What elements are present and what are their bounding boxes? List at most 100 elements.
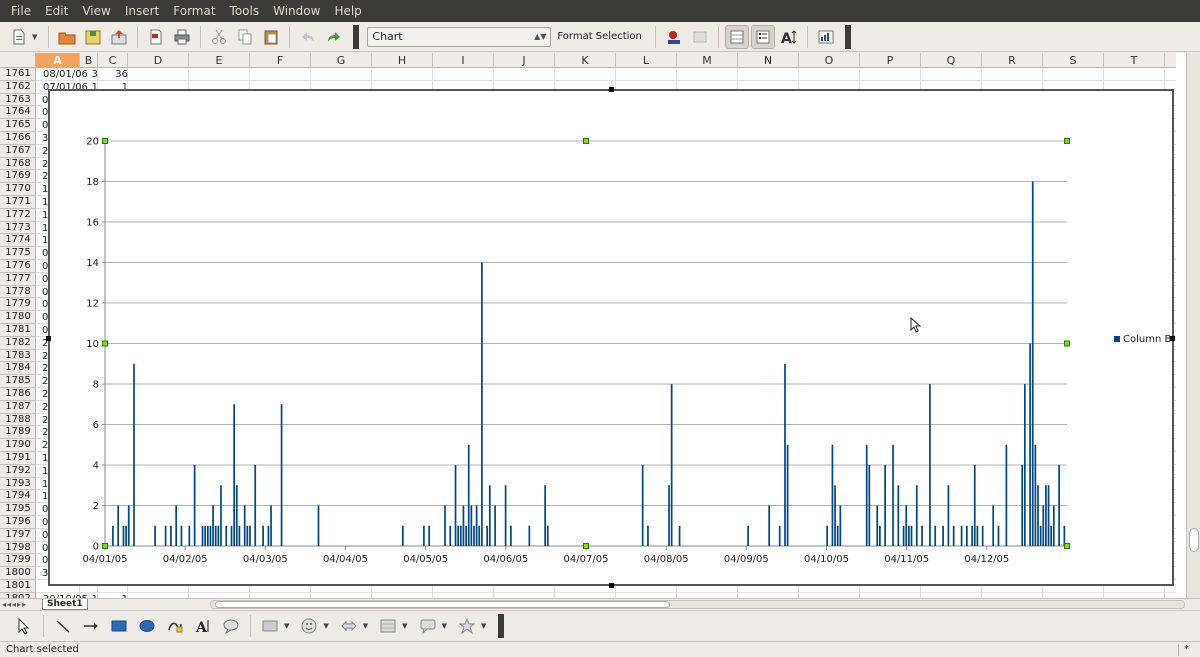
export-button[interactable] xyxy=(107,25,131,49)
toolbar-grip-right[interactable] xyxy=(844,24,851,49)
redo-button[interactable] xyxy=(322,25,346,49)
paste-button[interactable] xyxy=(259,25,283,49)
row-header[interactable]: 1769 xyxy=(0,170,36,184)
print-button[interactable] xyxy=(170,25,194,49)
chart-element-select[interactable]: Chart ▲▼ xyxy=(367,26,552,47)
menu-insert[interactable]: Insert xyxy=(118,0,166,22)
stars-button[interactable] xyxy=(456,615,478,637)
row-header[interactable]: 1787 xyxy=(0,401,36,414)
save-button[interactable] xyxy=(81,25,105,49)
sheet-tab-sheet1[interactable]: Sheet1 xyxy=(42,599,88,610)
vertical-scroll-thumb[interactable] xyxy=(1189,528,1199,552)
row-header[interactable]: 1793 xyxy=(0,478,36,491)
flowchart-button[interactable] xyxy=(377,615,399,637)
new-document-button[interactable] xyxy=(7,25,31,49)
row-header[interactable]: 1774 xyxy=(0,234,36,248)
drawbar-grip[interactable] xyxy=(498,613,505,638)
row-header[interactable]: 1794 xyxy=(0,490,36,504)
row-header[interactable]: 1784 xyxy=(0,362,36,376)
row-header[interactable]: 1762 xyxy=(0,81,36,94)
column-header-o[interactable]: O xyxy=(799,53,860,68)
horizontal-scroll-thumb[interactable] xyxy=(215,601,670,608)
row-header[interactable]: 1782 xyxy=(0,337,36,350)
row-header[interactable]: 1761 xyxy=(0,68,36,81)
row-header[interactable]: 1800 xyxy=(0,567,36,580)
select-all-corner[interactable] xyxy=(0,53,36,68)
row-header[interactable]: 1771 xyxy=(0,196,36,209)
row-header[interactable]: 1783 xyxy=(0,350,36,363)
column-header-p[interactable]: P xyxy=(860,53,921,68)
column-header-i[interactable]: I xyxy=(433,53,494,68)
row-header[interactable]: 1768 xyxy=(0,158,36,171)
column-header-c[interactable]: C xyxy=(98,53,128,68)
freeform-tool-button[interactable] xyxy=(164,615,186,637)
menu-help[interactable]: Help xyxy=(327,0,368,22)
text-tool-button[interactable]: A xyxy=(192,615,214,637)
row-header[interactable]: 1766 xyxy=(0,132,36,145)
rectangle-tool-button[interactable] xyxy=(108,615,130,637)
menu-edit[interactable]: Edit xyxy=(38,0,75,22)
column-header-k[interactable]: K xyxy=(555,53,616,68)
basic-shapes-button[interactable] xyxy=(259,615,281,637)
block-arrows-dropdown-icon[interactable]: ▼ xyxy=(363,622,368,630)
column-header-j[interactable]: J xyxy=(494,53,555,68)
row-header[interactable]: 1781 xyxy=(0,324,36,337)
chart-object[interactable]: 0 2 4 6 8 10 12 14 16 18 20 04/01/05 04/02/05 04/03/0… xyxy=(48,89,1174,586)
cell-c[interactable]: 36 xyxy=(98,69,128,81)
chart-handle-bottom-center[interactable] xyxy=(609,583,614,588)
column-header-g[interactable]: G xyxy=(311,53,372,68)
chart-type-button[interactable] xyxy=(662,25,686,49)
ellipse-tool-button[interactable] xyxy=(136,615,158,637)
row-header[interactable]: 1790 xyxy=(0,439,36,452)
row-header[interactable]: 1775 xyxy=(0,247,36,260)
row-header[interactable]: 1772 xyxy=(0,209,36,222)
row-header[interactable]: 1797 xyxy=(0,529,36,542)
row-header[interactable]: 1792 xyxy=(0,465,36,478)
chart-handle-top-center[interactable] xyxy=(609,87,614,92)
menu-format[interactable]: Format xyxy=(166,0,222,22)
menu-file[interactable]: File xyxy=(4,0,38,22)
arrow-line-tool-button[interactable] xyxy=(80,615,102,637)
horizontal-scrollbar[interactable] xyxy=(210,600,1185,609)
row-header[interactable]: 1780 xyxy=(0,311,36,324)
row-header[interactable]: 1796 xyxy=(0,516,36,529)
row-header[interactable]: 1798 xyxy=(0,542,36,555)
menu-tools[interactable]: Tools xyxy=(223,0,267,22)
column-header-f[interactable]: F xyxy=(250,53,311,68)
column-header-m[interactable]: M xyxy=(677,53,738,68)
column-header-d[interactable]: D xyxy=(128,53,189,68)
row-header[interactable]: 1779 xyxy=(0,298,36,312)
undo-button[interactable] xyxy=(296,25,320,49)
sheet-nav-arrows-icon[interactable]: ◂◂◂▸▸ xyxy=(2,599,27,610)
row-header[interactable]: 1785 xyxy=(0,375,36,388)
column-header-a[interactable]: A xyxy=(36,53,80,68)
select-tool-button[interactable] xyxy=(13,615,35,637)
chart-handle-left-middle[interactable] xyxy=(46,336,51,341)
row-header[interactable]: 1764 xyxy=(0,106,36,120)
column-header-l[interactable]: L xyxy=(616,53,677,68)
horizontal-grids-button[interactable] xyxy=(724,24,749,49)
automatic-layout-button[interactable] xyxy=(814,25,838,49)
toolbar-grip[interactable] xyxy=(353,24,360,49)
column-header-s[interactable]: S xyxy=(1043,53,1104,68)
row-header[interactable]: 1786 xyxy=(0,388,36,401)
cell-b[interactable]: 3 xyxy=(72,69,98,81)
row-header[interactable]: 1770 xyxy=(0,183,36,196)
format-selection-button[interactable]: Format Selection xyxy=(557,31,642,42)
row-header[interactable]: 1778 xyxy=(0,286,36,299)
callouts-shapes-button[interactable] xyxy=(417,615,439,637)
chart-data-table-button[interactable] xyxy=(688,25,712,49)
menu-window[interactable]: Window xyxy=(266,0,327,22)
row-header[interactable]: 1789 xyxy=(0,426,36,440)
block-arrows-button[interactable] xyxy=(338,615,360,637)
column-header-q[interactable]: Q xyxy=(921,53,982,68)
chart-canvas[interactable]: 0 2 4 6 8 10 12 14 16 18 20 04/01/05 04/02/05 04/03/0… xyxy=(50,91,1172,584)
legend-toggle-button[interactable] xyxy=(750,24,775,49)
copy-button[interactable] xyxy=(233,25,257,49)
cut-button[interactable] xyxy=(207,25,231,49)
row-header[interactable]: 1763 xyxy=(0,94,36,107)
row-header[interactable]: 1801 xyxy=(0,580,36,593)
row-header[interactable]: 1767 xyxy=(0,145,36,158)
flowchart-dropdown-icon[interactable]: ▼ xyxy=(402,622,407,630)
column-header-h[interactable]: H xyxy=(372,53,433,68)
